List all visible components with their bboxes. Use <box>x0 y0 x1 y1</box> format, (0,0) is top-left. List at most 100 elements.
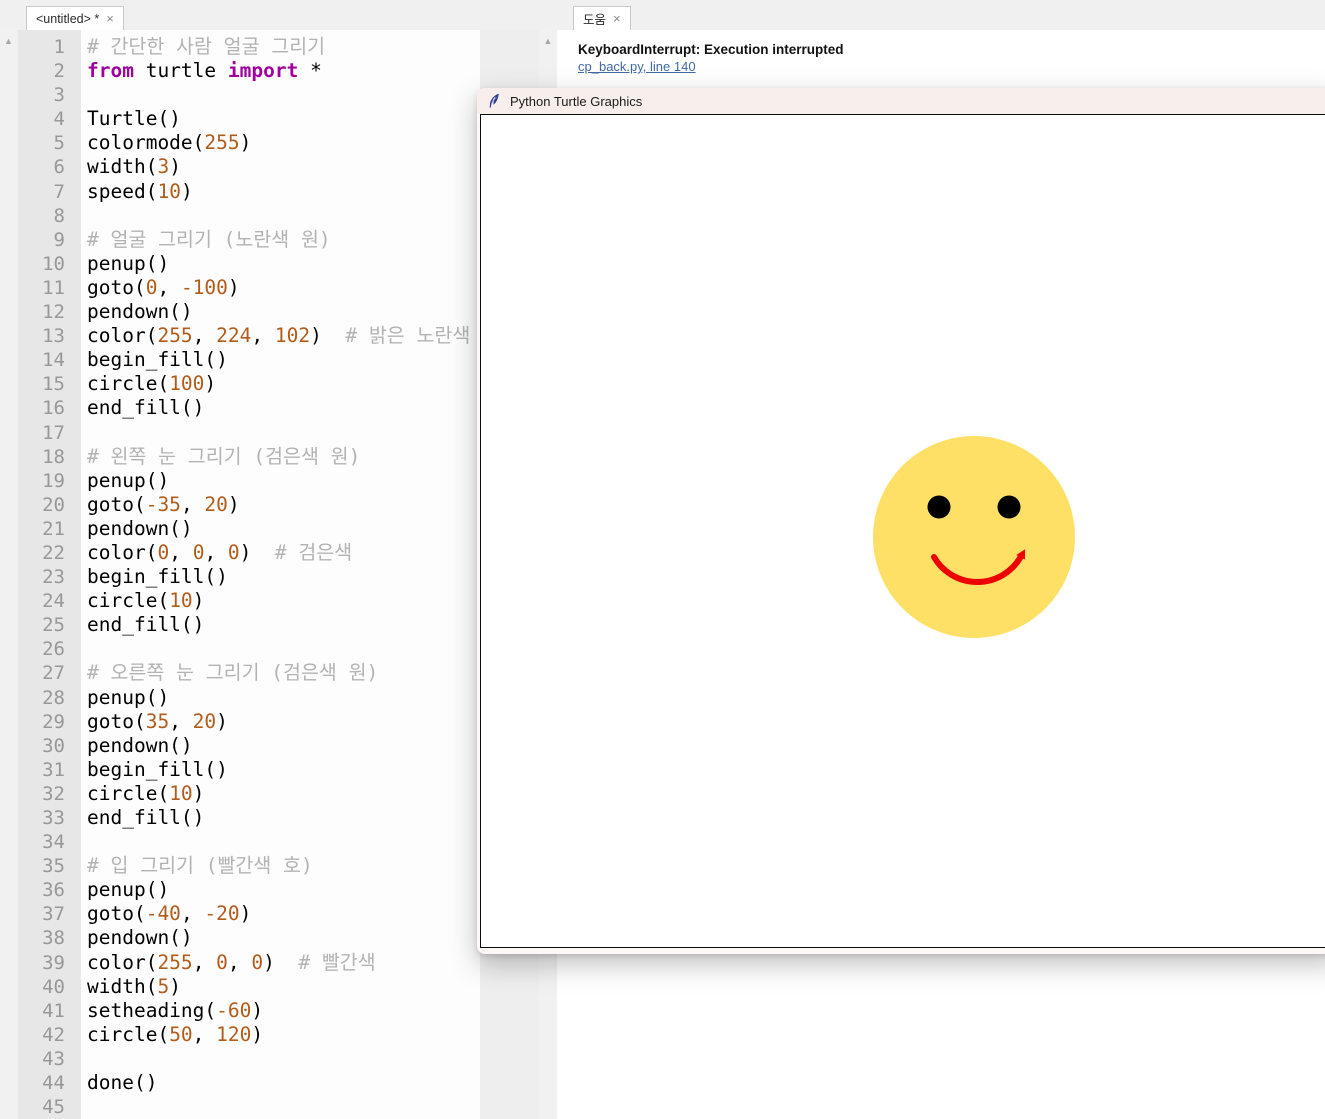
code-line[interactable]: 24 circle(10) <box>18 589 480 613</box>
turtle-graphics-window[interactable]: Python Turtle Graphics <box>477 88 1325 954</box>
code-line[interactable]: 6 width(3) <box>18 155 480 179</box>
code-line[interactable]: 33 end_fill() <box>18 806 480 830</box>
error-location-link[interactable]: cp_back.py, line 140 <box>578 59 696 75</box>
code-text: goto(0, -100) <box>87 275 240 299</box>
line-number: 33 <box>42 807 65 829</box>
line-number: 38 <box>42 927 65 950</box>
code-line[interactable]: 21 pendown() <box>18 517 480 541</box>
code-line[interactable]: 11 goto(0, -100) <box>18 276 480 300</box>
code-text: pendown() <box>87 516 193 540</box>
code-line[interactable]: 17 <box>18 421 480 445</box>
code-line[interactable]: 25 end_fill() <box>18 613 480 637</box>
code-line[interactable]: 35 # 입 그리기 (빨간색 호) <box>18 854 480 878</box>
code-line[interactable]: 27 # 오른쪽 눈 그리기 (검은색 원) <box>18 661 480 685</box>
code-text: penup() <box>87 251 170 275</box>
code-text: # 왼쪽 눈 그리기 (검은색 원) <box>87 444 361 468</box>
line-number: 11 <box>42 276 65 299</box>
line-number: 16 <box>42 397 65 420</box>
code-line[interactable]: 2 from turtle import * <box>18 59 480 83</box>
code-lines: 1 # 간단한 사람 얼굴 그리기 2 from turtle import * 3 4 T… <box>18 35 480 1119</box>
editor-left-scrollbar[interactable]: ▲ <box>0 30 17 1119</box>
face-circle <box>873 436 1075 638</box>
help-content: KeyboardInterrupt: Execution interrupted… <box>557 30 1325 76</box>
scroll-up-icon[interactable]: ▲ <box>539 36 557 46</box>
code-text: color(255, 0, 0) # 빨간색 <box>87 950 376 974</box>
code-line[interactable]: 19 penup() <box>18 469 480 493</box>
code-text: width(5) <box>87 974 181 998</box>
tk-feather-icon <box>489 93 499 108</box>
code-line[interactable]: 32 circle(10) <box>18 782 480 806</box>
code-line[interactable]: 30 pendown() <box>18 734 480 758</box>
code-text: begin_fill() <box>87 348 228 372</box>
code-line[interactable]: 3 <box>18 83 480 107</box>
code-line[interactable]: 39 color(255, 0, 0) # 빨간색 <box>18 951 480 975</box>
scroll-up-icon[interactable]: ▲ <box>0 36 17 46</box>
code-line[interactable]: 16 end_fill() <box>18 396 480 420</box>
code-line[interactable]: 38 pendown() <box>18 926 480 950</box>
code-line[interactable]: 40 width(5) <box>18 975 480 999</box>
code-line[interactable]: 44 done() <box>18 1071 480 1095</box>
code-line[interactable]: 13 color(255, 224, 102) # 밝은 노란색 <box>18 324 480 348</box>
code-line[interactable]: 45 <box>18 1095 480 1119</box>
code-line[interactable]: 8 <box>18 204 480 228</box>
tab-help[interactable]: 도움 × <box>573 6 631 30</box>
code-line[interactable]: 14 begin_fill() <box>18 348 480 372</box>
line-number: 12 <box>42 301 65 324</box>
turtle-canvas[interactable] <box>480 114 1325 948</box>
turtle-window-title-bar[interactable]: Python Turtle Graphics <box>477 88 1325 114</box>
line-number: 17 <box>42 421 65 444</box>
code-text: color(255, 224, 102) # 밝은 노란색 <box>87 324 471 348</box>
code-line[interactable]: 37 goto(-40, -20) <box>18 902 480 926</box>
line-number: 35 <box>42 855 65 878</box>
editor-tab-close-icon[interactable]: × <box>106 12 114 25</box>
code-line[interactable]: 5 colormode(255) <box>18 131 480 155</box>
code-line[interactable]: 15 circle(100) <box>18 372 480 396</box>
code-text: end_fill() <box>87 806 205 829</box>
code-text: colormode(255) <box>87 131 252 155</box>
line-number: 24 <box>42 590 65 613</box>
code-line[interactable]: 31 begin_fill() <box>18 758 480 782</box>
code-line[interactable]: 4 Turtle() <box>18 107 480 131</box>
code-line[interactable]: 34 <box>18 830 480 854</box>
code-line[interactable]: 29 goto(35, 20) <box>18 710 480 734</box>
code-line[interactable]: 10 penup() <box>18 252 480 276</box>
code-editor[interactable]: 1 # 간단한 사람 얼굴 그리기 2 from turtle import * 3 4 T… <box>18 30 480 1119</box>
code-line[interactable]: 41 setheading(-60) <box>18 999 480 1023</box>
code-line[interactable]: 20 goto(-35, 20) <box>18 493 480 517</box>
code-line[interactable]: 26 <box>18 637 480 661</box>
line-number: 39 <box>42 951 65 974</box>
code-line[interactable]: 42 circle(50, 120) <box>18 1023 480 1047</box>
line-number: 23 <box>42 566 65 589</box>
help-tab-close-icon[interactable]: × <box>613 12 621 25</box>
tab-editor-untitled[interactable]: <untitled> * × <box>26 6 124 30</box>
code-line[interactable]: 9 # 얼굴 그리기 (노란색 원) <box>18 228 480 252</box>
code-line[interactable]: 23 begin_fill() <box>18 565 480 589</box>
code-text: circle(10) <box>87 589 205 613</box>
code-line[interactable]: 43 <box>18 1047 480 1071</box>
help-tab-label: 도움 <box>583 13 607 27</box>
code-text: begin_fill() <box>87 757 228 781</box>
left-eye-circle <box>927 495 951 519</box>
line-number: 4 <box>53 108 65 131</box>
line-number: 19 <box>42 469 65 492</box>
code-line[interactable]: 28 penup() <box>18 686 480 710</box>
code-text: color(0, 0, 0) # 검은색 <box>87 540 353 564</box>
line-number: 42 <box>42 1023 65 1046</box>
line-number: 13 <box>42 325 65 348</box>
line-number: 44 <box>42 1072 65 1095</box>
code-line[interactable]: 12 pendown() <box>18 300 480 324</box>
code-line[interactable]: 36 penup() <box>18 878 480 902</box>
code-line[interactable]: 18 # 왼쪽 눈 그리기 (검은색 원) <box>18 445 480 469</box>
code-text: circle(10) <box>87 781 205 805</box>
code-text: speed(10) <box>87 179 193 203</box>
code-line[interactable]: 22 color(0, 0, 0) # 검은색 <box>18 541 480 565</box>
code-text: end_fill() <box>87 396 205 420</box>
code-line[interactable]: 7 speed(10) <box>18 180 480 204</box>
code-line[interactable]: 1 # 간단한 사람 얼굴 그리기 <box>18 35 480 59</box>
line-number: 15 <box>42 373 65 396</box>
